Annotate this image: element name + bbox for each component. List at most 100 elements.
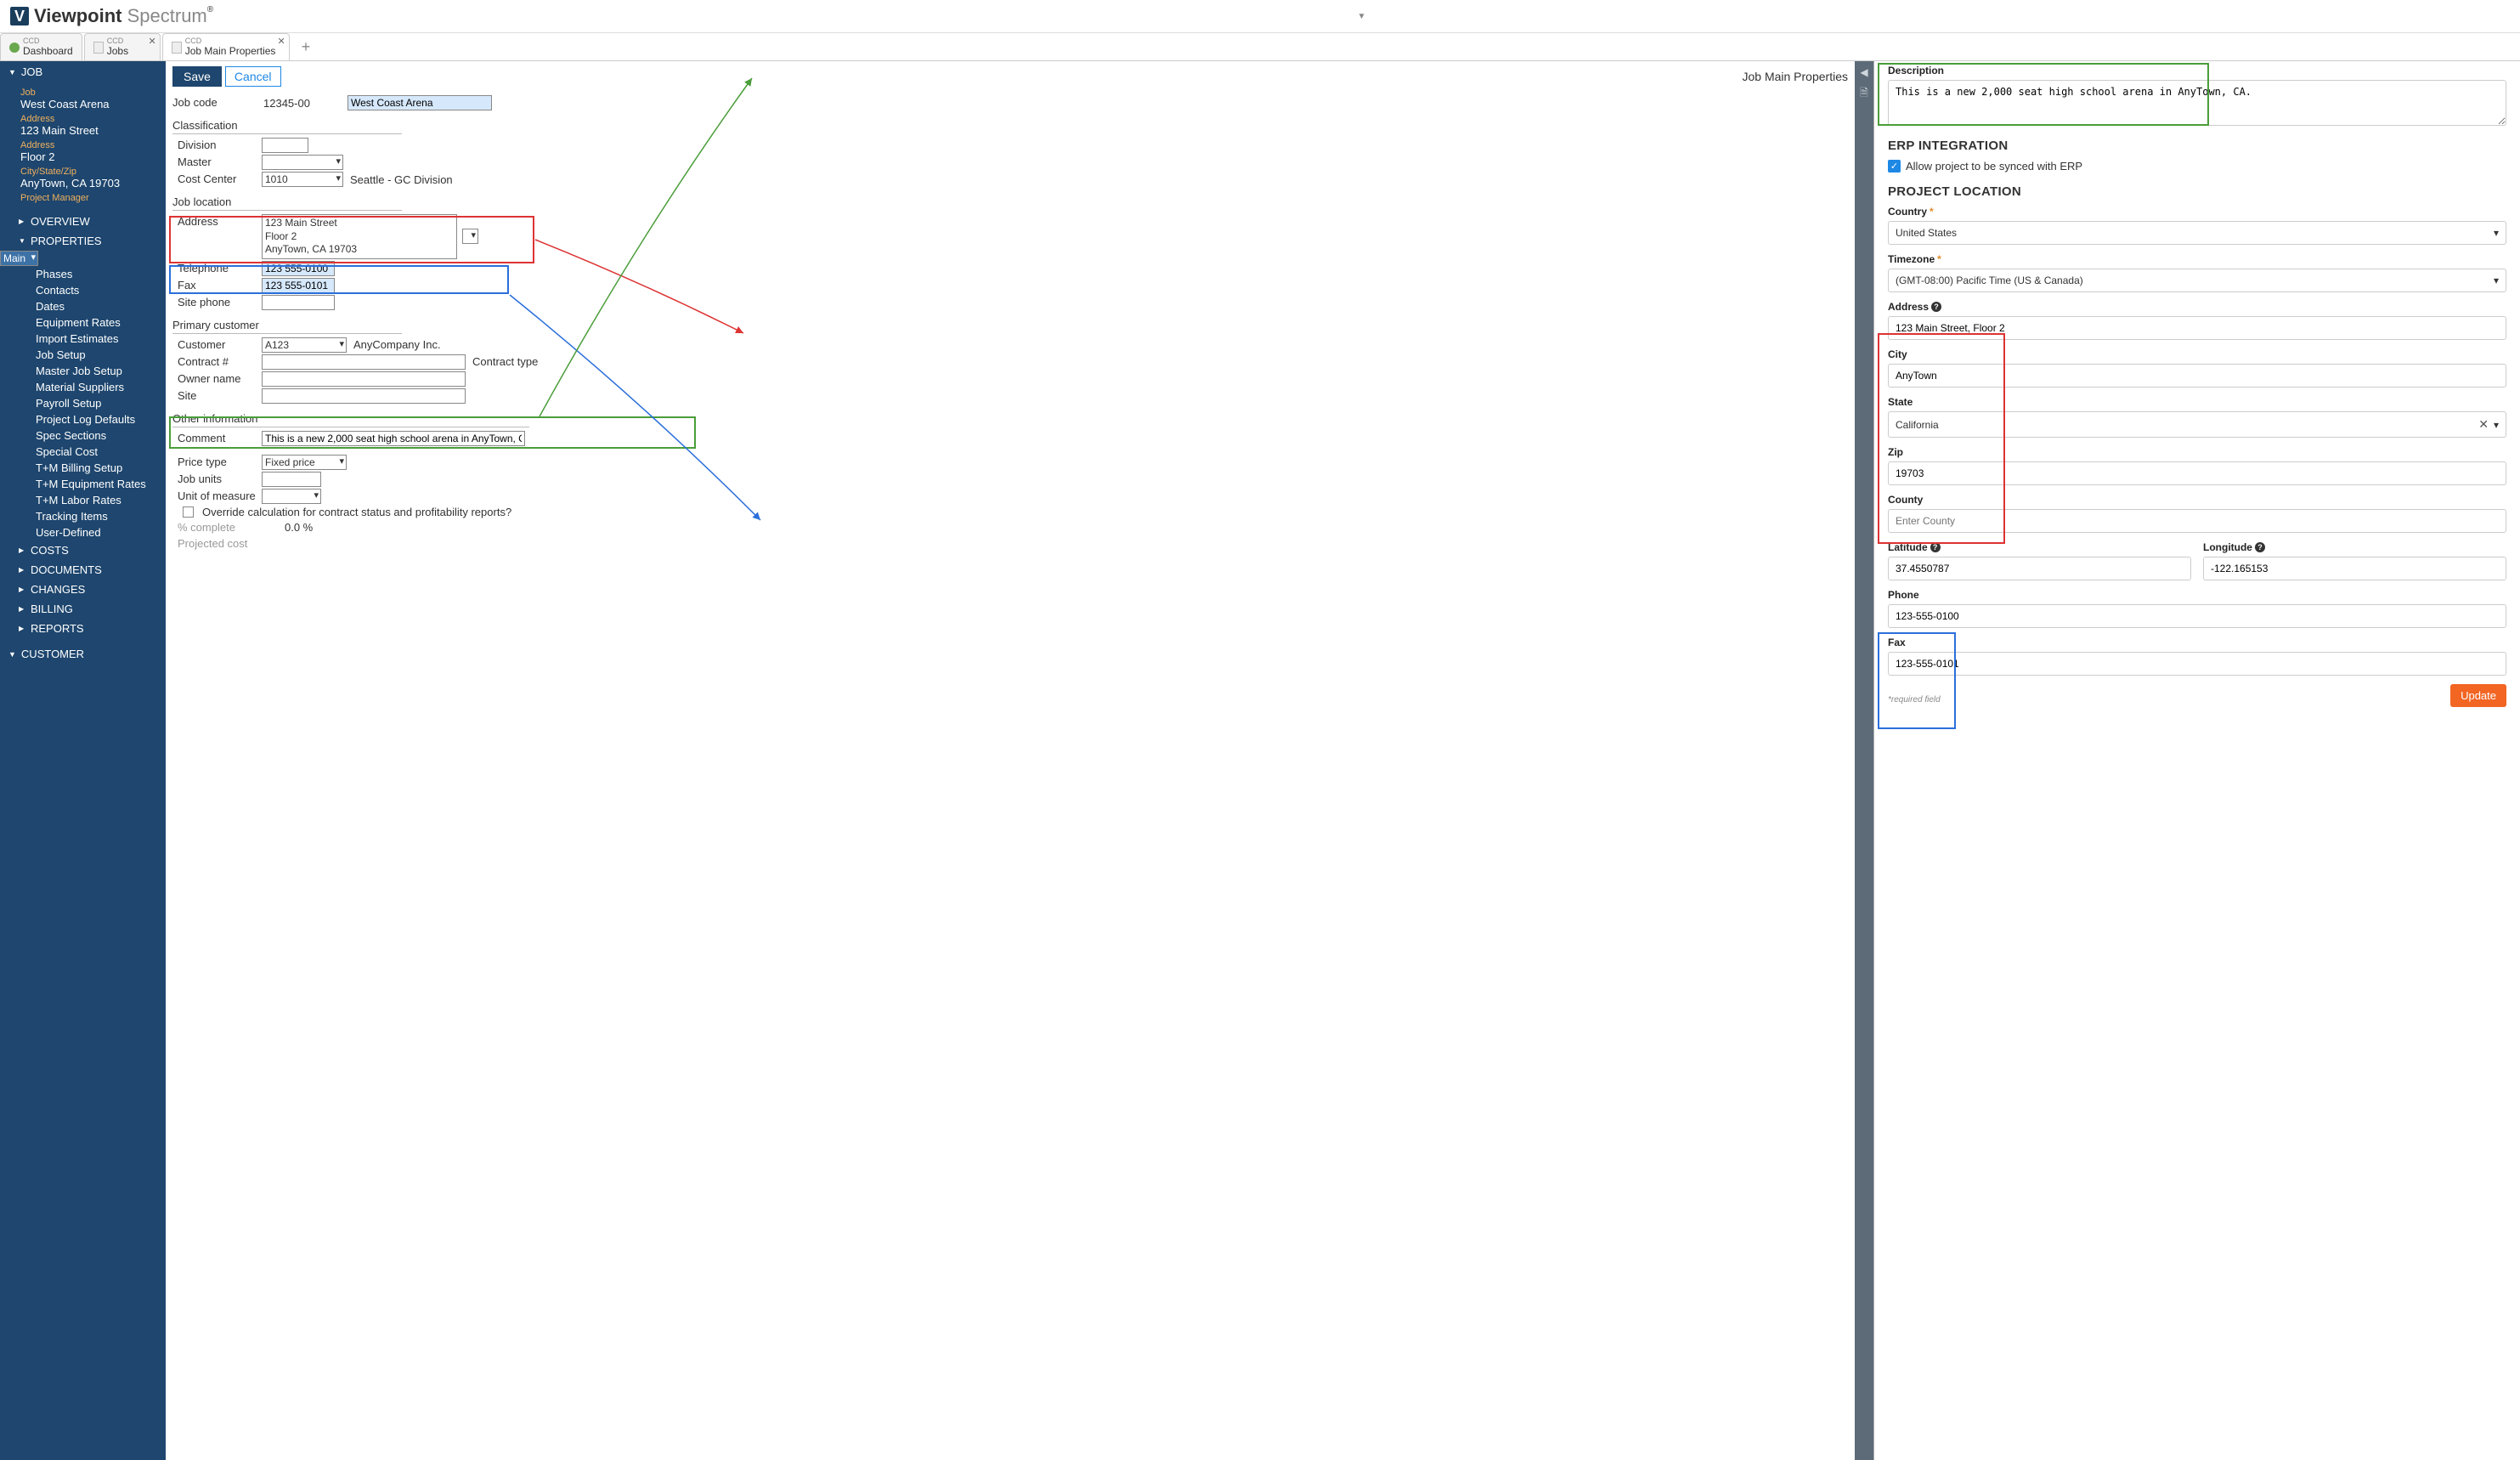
ownername-input[interactable]: [262, 371, 466, 387]
address-textarea[interactable]: 123 Main Street Floor 2 AnyTown, CA 1970…: [262, 214, 457, 259]
division-input[interactable]: [262, 138, 308, 153]
nav-tm-billing-setup[interactable]: T+M Billing Setup: [0, 460, 166, 476]
sidebar-addr-lbl2: Address: [20, 140, 166, 150]
attach-icon[interactable]: 🗎: [1860, 85, 1868, 103]
nav-costs[interactable]: ▶COSTS: [0, 540, 166, 560]
caret-down-icon: ▼: [19, 237, 25, 245]
jobname-input[interactable]: [347, 95, 492, 110]
nav-dates[interactable]: Dates: [0, 298, 166, 314]
update-button[interactable]: Update: [2450, 684, 2506, 707]
telephone-input[interactable]: [262, 261, 335, 276]
header-drop-icon[interactable]: ▼: [1358, 12, 1366, 21]
sidebar-csz-lbl: City/State/Zip: [20, 167, 166, 177]
timezone-select[interactable]: (GMT-08:00) Pacific Time (US & Canada)▾: [1888, 269, 2506, 292]
side-strip: ◀ 🗎: [1855, 61, 1873, 1460]
info-icon[interactable]: ?: [2255, 542, 2265, 552]
projectedcost-label: Projected cost: [178, 537, 247, 550]
jobunits-input[interactable]: [262, 472, 321, 487]
clear-icon[interactable]: ✕: [2473, 417, 2494, 432]
sidebar: ▼JOB Job West Coast Arena Address 123 Ma…: [0, 61, 166, 1460]
city-input[interactable]: [1888, 364, 2506, 388]
r-phone-label: Phone: [1888, 589, 2506, 601]
nav-tm-equipment-rates[interactable]: T+M Equipment Rates: [0, 476, 166, 492]
customer-select[interactable]: A123: [262, 337, 347, 353]
latitude-input[interactable]: [1888, 557, 2191, 580]
r-fax-input[interactable]: [1888, 652, 2506, 676]
tab-job-main-properties[interactable]: CCDJob Main Properties ✕: [162, 33, 290, 60]
master-label: Master: [172, 155, 262, 168]
tab-label: Dashboard: [23, 46, 73, 57]
erp-section-title: ERP INTEGRATION: [1888, 139, 2506, 153]
info-icon[interactable]: ?: [1930, 542, 1941, 552]
nav-import-estimates[interactable]: Import Estimates: [0, 331, 166, 347]
sitephone-input[interactable]: [262, 295, 335, 310]
collapse-icon[interactable]: ◀: [1860, 66, 1867, 78]
county-input[interactable]: [1888, 509, 2506, 533]
close-icon[interactable]: ✕: [278, 36, 285, 47]
otherinfo-header: Other information: [172, 412, 1848, 425]
longitude-input[interactable]: [2203, 557, 2506, 580]
uom-label: Unit of measure: [172, 489, 262, 502]
pricetype-label: Price type: [172, 455, 262, 468]
country-select[interactable]: United States▾: [1888, 221, 2506, 245]
close-icon[interactable]: ✕: [149, 36, 156, 47]
tab-jobs[interactable]: CCDJobs ✕: [84, 33, 161, 60]
info-icon[interactable]: ?: [1931, 302, 1941, 312]
country-label: Country: [1888, 206, 1927, 218]
customer-label: Customer: [172, 337, 262, 351]
nav-properties[interactable]: ▼PROPERTIES: [0, 231, 166, 251]
nav-tracking-items[interactable]: Tracking Items: [0, 508, 166, 524]
nav-spec-sections[interactable]: Spec Sections: [0, 427, 166, 444]
master-select[interactable]: [262, 155, 343, 170]
contract-input[interactable]: [262, 354, 466, 370]
address-lookup-button[interactable]: [462, 229, 478, 244]
sidebar-section-job[interactable]: ▼JOB: [0, 61, 166, 82]
nav-phases[interactable]: Phases: [0, 266, 166, 282]
chevron-down-icon: ▾: [2494, 227, 2499, 239]
file-icon: [172, 42, 182, 54]
brand-bar: V Viewpoint Spectrum® ▼: [0, 0, 2520, 33]
nav-billing[interactable]: ▶BILLING: [0, 599, 166, 619]
nav-contacts[interactable]: Contacts: [0, 282, 166, 298]
nav-material-suppliers[interactable]: Material Suppliers: [0, 379, 166, 395]
costcenter-select[interactable]: 1010: [262, 172, 343, 187]
nav-special-cost[interactable]: Special Cost: [0, 444, 166, 460]
nav-documents[interactable]: ▶DOCUMENTS: [0, 560, 166, 580]
pricetype-select[interactable]: Fixed price: [262, 455, 347, 470]
cancel-button[interactable]: Cancel: [225, 66, 281, 87]
erp-checkbox[interactable]: ✓: [1888, 160, 1901, 173]
tab-add-button[interactable]: +: [291, 35, 321, 59]
nav-changes[interactable]: ▶CHANGES: [0, 580, 166, 599]
r-address-input[interactable]: [1888, 316, 2506, 340]
timezone-value: (GMT-08:00) Pacific Time (US & Canada): [1896, 274, 2083, 286]
r-phone-input[interactable]: [1888, 604, 2506, 628]
erp-checkbox-label: Allow project to be synced with ERP: [1906, 160, 2082, 173]
zip-input[interactable]: [1888, 461, 2506, 485]
fax-input[interactable]: [262, 278, 335, 293]
nav-equipment-rates[interactable]: Equipment Rates: [0, 314, 166, 331]
sidebar-csz-val: AnyTown, CA 19703: [20, 177, 166, 190]
override-checkbox[interactable]: [183, 506, 194, 518]
caret-right-icon: ▶: [19, 218, 25, 225]
nav-project-log-defaults[interactable]: Project Log Defaults: [0, 411, 166, 427]
nav-overview[interactable]: ▶OVERVIEW: [0, 212, 166, 231]
state-select[interactable]: California ✕ ▾: [1888, 411, 2506, 438]
nav-reports[interactable]: ▶REPORTS: [0, 619, 166, 638]
nav-tm-labor-rates[interactable]: T+M Labor Rates: [0, 492, 166, 508]
nav-payroll-setup[interactable]: Payroll Setup: [0, 395, 166, 411]
site-input[interactable]: [262, 388, 466, 404]
jobcode-label: Job code: [172, 95, 262, 109]
site-label: Site: [172, 388, 262, 402]
sidebar-section-customer[interactable]: ▼CUSTOMER: [0, 643, 166, 665]
nav-user-defined[interactable]: User-Defined: [0, 524, 166, 540]
nav-master-job-setup[interactable]: Master Job Setup: [0, 363, 166, 379]
tab-dashboard[interactable]: CCDDashboard: [0, 33, 82, 60]
jobcode-value: 12345-00: [262, 96, 342, 110]
save-button[interactable]: Save: [172, 66, 222, 87]
nav-job-setup[interactable]: Job Setup: [0, 347, 166, 363]
comment-input[interactable]: [262, 431, 525, 446]
description-textarea[interactable]: This is a new 2,000 seat high school are…: [1888, 80, 2506, 126]
nav-main[interactable]: Main: [0, 251, 38, 266]
status-dot-icon: [9, 42, 20, 53]
uom-select[interactable]: [262, 489, 321, 504]
